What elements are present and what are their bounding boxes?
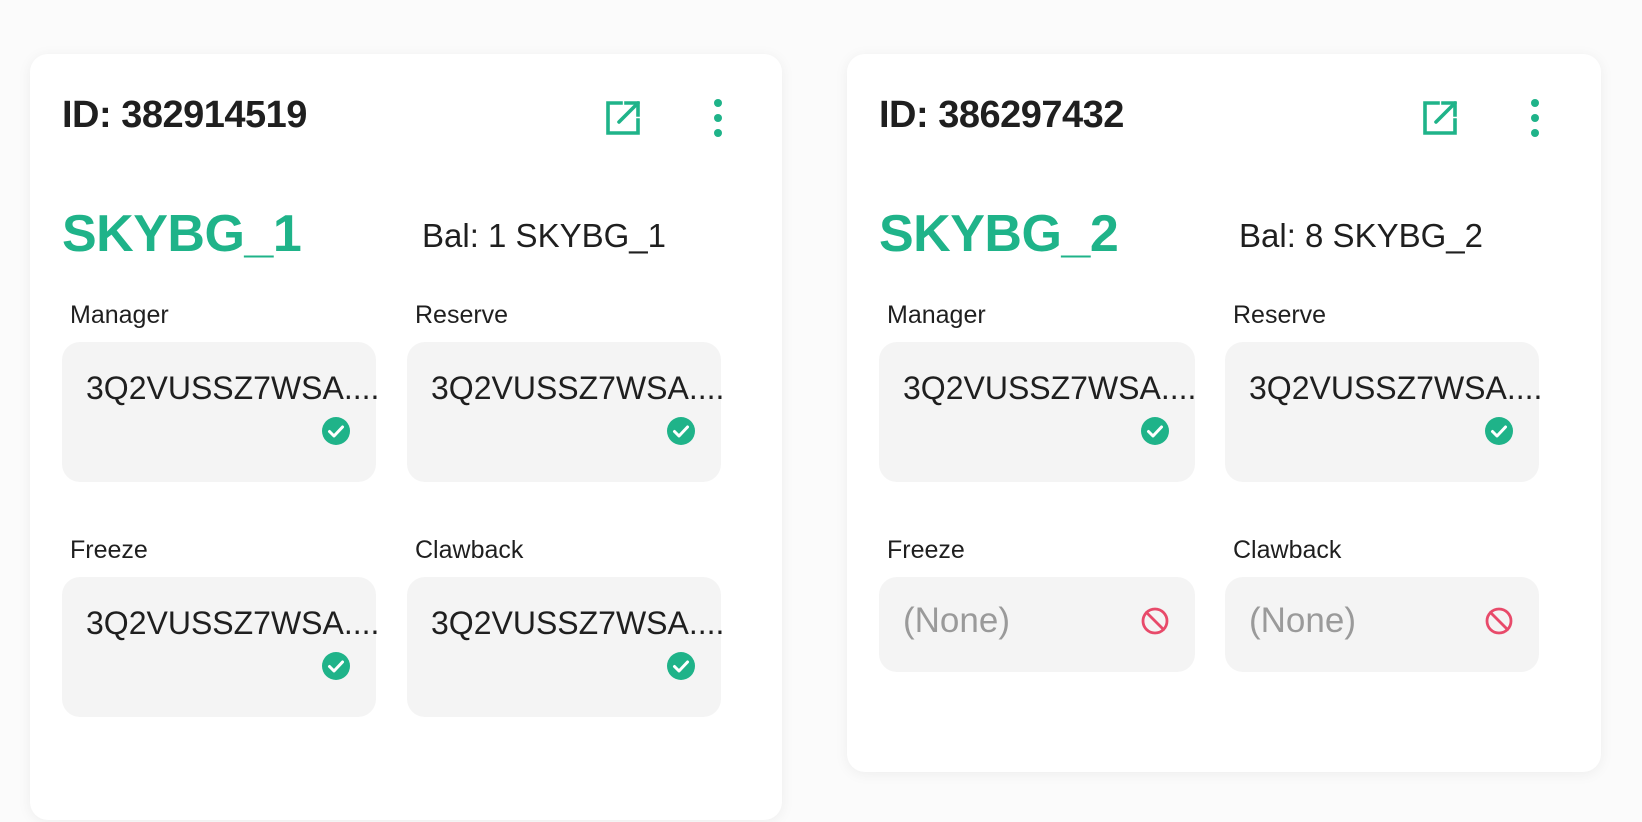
- asset-balance: Bal: 8 SKYBG_2: [1239, 217, 1483, 254]
- clawback-address-field[interactable]: 3Q2VUSSZ7WSA....: [407, 577, 725, 717]
- asset-balance: Bal: 1 SKYBG_1: [422, 217, 666, 254]
- more-vertical-icon: [714, 99, 722, 137]
- asset-name: SKYBG_1: [62, 205, 302, 263]
- manager-address-value: 3Q2VUSSZ7WSA....: [903, 370, 1197, 406]
- check-circle-icon: [1485, 417, 1513, 445]
- open-external-button[interactable]: [602, 97, 644, 139]
- asset-card: ID: 382914519 SKYBG_1 Bal: 1 SKYBG_1 Man…: [30, 54, 782, 820]
- freeze-address-value: (None): [903, 601, 1010, 640]
- check-circle-icon: [322, 417, 350, 445]
- clawback-address-field[interactable]: (None): [1225, 577, 1539, 672]
- more-options-button[interactable]: [1514, 97, 1556, 139]
- check-circle-icon: [1141, 417, 1169, 445]
- manager-label: Manager: [70, 301, 169, 329]
- more-vertical-icon: [1531, 99, 1539, 137]
- external-link-icon: [1423, 101, 1457, 135]
- clawback-address-value: 3Q2VUSSZ7WSA....: [431, 605, 725, 641]
- check-circle-icon: [322, 652, 350, 680]
- reserve-label: Reserve: [415, 301, 509, 329]
- reserve-address-field[interactable]: 3Q2VUSSZ7WSA....: [1225, 342, 1543, 482]
- manager-address-value: 3Q2VUSSZ7WSA....: [86, 370, 380, 406]
- external-link-icon: [606, 101, 640, 135]
- asset-id: ID: 382914519: [62, 94, 307, 136]
- ban-icon: [1141, 607, 1169, 635]
- asset-name: SKYBG_2: [879, 205, 1119, 263]
- freeze-label: Freeze: [887, 536, 965, 564]
- asset-card: ID: 386297432 SKYBG_2 Bal: 8 SKYBG_2 Man…: [847, 54, 1601, 772]
- clawback-label: Clawback: [1233, 536, 1342, 564]
- freeze-label: Freeze: [70, 536, 148, 564]
- reserve-label: Reserve: [1233, 301, 1327, 329]
- asset-id: ID: 386297432: [879, 94, 1124, 136]
- reserve-address-value: 3Q2VUSSZ7WSA....: [431, 370, 725, 406]
- open-external-button[interactable]: [1419, 97, 1461, 139]
- check-circle-icon: [667, 652, 695, 680]
- manager-address-field[interactable]: 3Q2VUSSZ7WSA....: [879, 342, 1197, 482]
- clawback-label: Clawback: [415, 536, 524, 564]
- clawback-address-value: (None): [1249, 601, 1356, 640]
- manager-label: Manager: [887, 301, 986, 329]
- check-circle-icon: [667, 417, 695, 445]
- freeze-address-field[interactable]: 3Q2VUSSZ7WSA....: [62, 577, 380, 717]
- manager-address-field[interactable]: 3Q2VUSSZ7WSA....: [62, 342, 380, 482]
- more-options-button[interactable]: [697, 97, 739, 139]
- freeze-address-field[interactable]: (None): [879, 577, 1195, 672]
- reserve-address-field[interactable]: 3Q2VUSSZ7WSA....: [407, 342, 725, 482]
- freeze-address-value: 3Q2VUSSZ7WSA....: [86, 605, 380, 641]
- ban-icon: [1485, 607, 1513, 635]
- reserve-address-value: 3Q2VUSSZ7WSA....: [1249, 370, 1543, 406]
